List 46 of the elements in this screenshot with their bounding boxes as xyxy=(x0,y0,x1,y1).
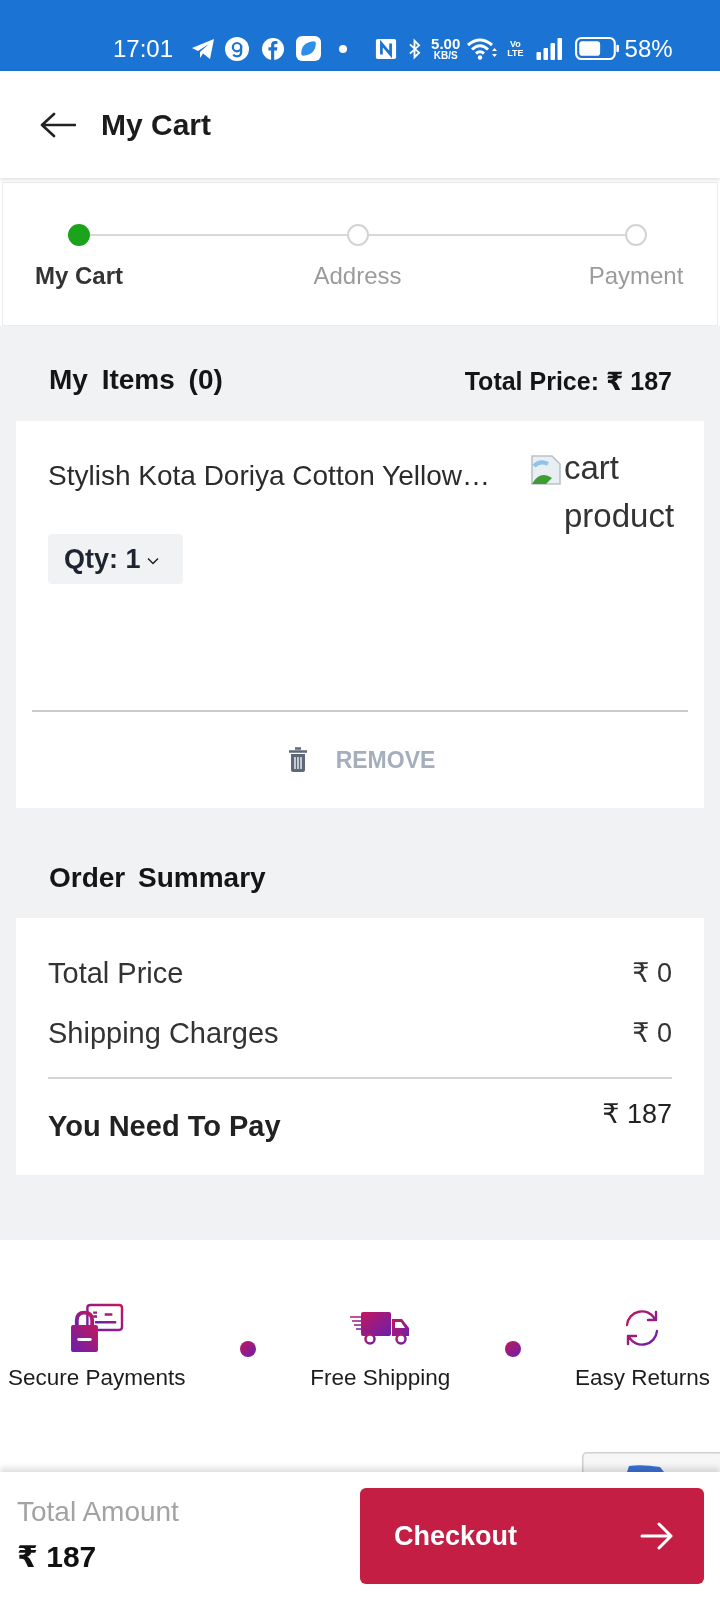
image-alt-text: cart product xyxy=(564,448,676,536)
amount-to-pay-label: You Need To Pay xyxy=(48,1109,281,1143)
feature-label: Free Shipping xyxy=(310,1365,451,1391)
round-app-icon xyxy=(225,36,250,61)
back-arrow-icon xyxy=(40,111,76,138)
battery-icon xyxy=(574,37,619,60)
feature-label: Secure Payments xyxy=(8,1365,186,1391)
summary-value: ₹ 0 xyxy=(632,957,672,989)
trash-icon xyxy=(287,747,308,773)
product-title[interactable]: Stylish Kota Doriya Cotton Yellow… xyxy=(48,461,490,491)
chevron-down-icon xyxy=(146,557,159,565)
total-amount-label: Total Amount xyxy=(17,1497,179,1527)
page-title: My Cart xyxy=(101,107,212,142)
summary-value: ₹ 0 xyxy=(632,1017,672,1049)
total-amount-value: ₹ 187 xyxy=(17,1539,98,1575)
bluetooth-icon xyxy=(408,37,422,60)
round-app-icon xyxy=(262,37,285,60)
arrow-right-icon xyxy=(640,1522,674,1550)
square-app-icon xyxy=(296,36,322,61)
separator-dot-icon xyxy=(239,1341,256,1357)
back-button[interactable] xyxy=(40,111,76,138)
order-summary-heading: Order Summary xyxy=(49,862,266,894)
quantity-dropdown[interactable]: Qty: 1 xyxy=(48,534,183,584)
network-speed-unit: KB/S xyxy=(433,51,458,61)
summary-label: Shipping Charges xyxy=(48,1016,279,1050)
signal-icon xyxy=(534,37,564,60)
separator-dot-icon xyxy=(504,1341,521,1357)
broken-image-icon xyxy=(530,454,562,486)
items-total-price: Total Price: ₹ 187 xyxy=(464,366,672,396)
lte-label: LTE xyxy=(507,48,524,58)
summary-label: Total Price xyxy=(48,956,184,990)
checkout-button[interactable]: Checkout xyxy=(360,1488,704,1584)
wifi-icon xyxy=(467,36,498,61)
network-speed-value: 5.00 xyxy=(431,36,461,51)
amount-to-pay-value: ₹ 187 xyxy=(602,1098,672,1131)
paper-plane-icon xyxy=(191,37,216,60)
feature-label: Easy Returns xyxy=(574,1365,710,1391)
items-heading: My Items (0) xyxy=(49,363,223,396)
truck-icon xyxy=(349,1311,412,1345)
notification-dot-icon xyxy=(339,44,348,53)
battery-percentage: 58% xyxy=(624,34,673,63)
nfc-icon xyxy=(375,37,398,60)
step-label[interactable]: My Cart xyxy=(35,262,123,290)
volte-label: Vo xyxy=(510,39,521,49)
status-time: 17:01 xyxy=(113,34,174,63)
card-lock-icon xyxy=(69,1303,124,1353)
